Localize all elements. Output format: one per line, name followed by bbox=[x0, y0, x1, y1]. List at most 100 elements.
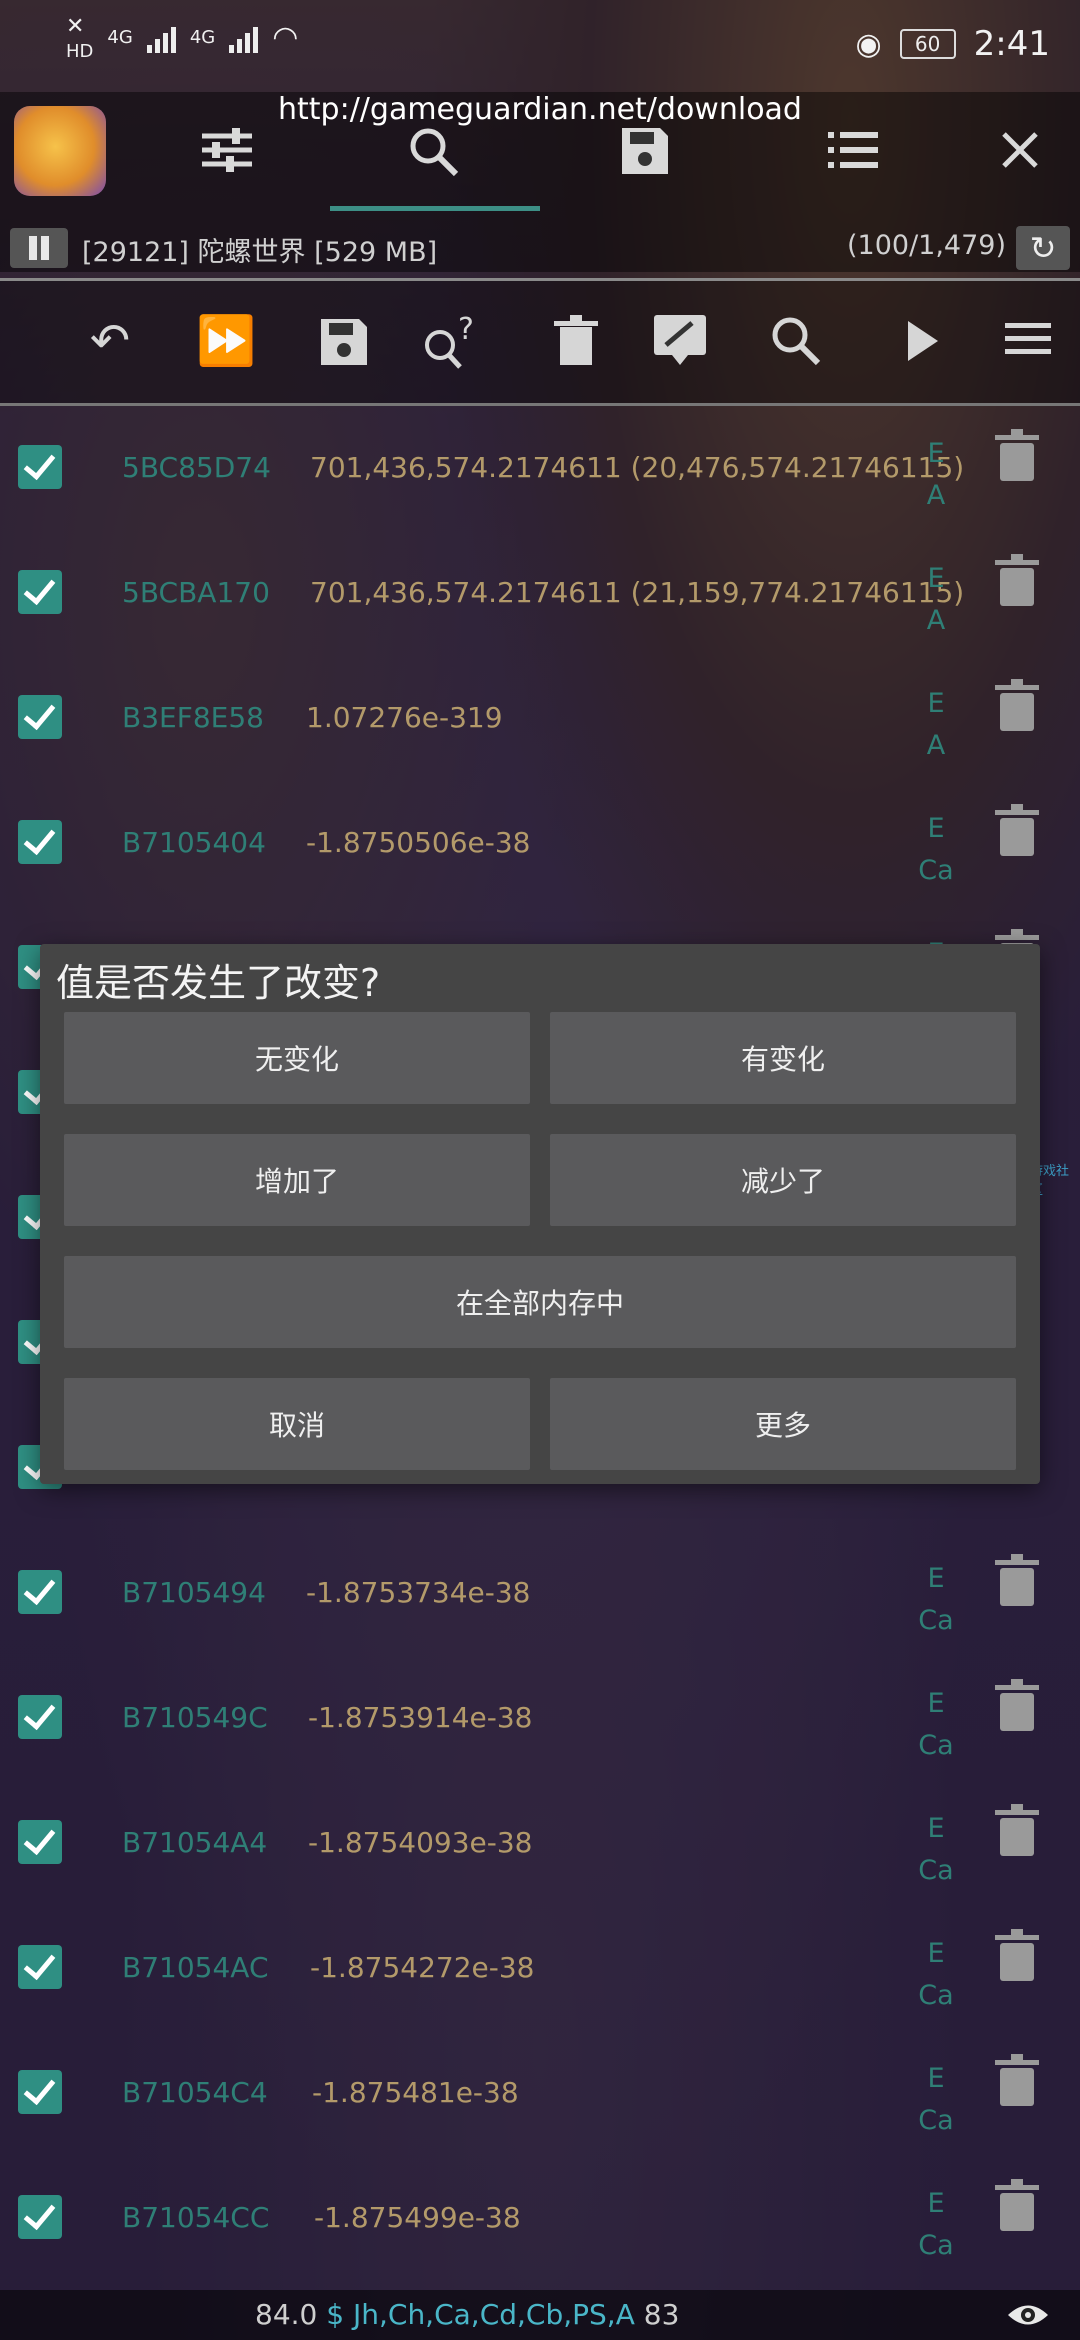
row-value: -1.8754093e-38 bbox=[308, 1826, 533, 1859]
signal-icon bbox=[146, 23, 176, 53]
close-icon[interactable] bbox=[1000, 130, 1040, 170]
delete-icon[interactable] bbox=[995, 2179, 1039, 2231]
row-address: B7105404 bbox=[122, 826, 266, 859]
delete-icon[interactable] bbox=[995, 1804, 1039, 1856]
svg-text:?: ? bbox=[458, 312, 474, 347]
delete-icon[interactable] bbox=[995, 1554, 1039, 1606]
result-row[interactable]: B71054A4 -1.8754093e-38 E Ca bbox=[0, 1780, 1080, 1905]
delete-icon[interactable] bbox=[546, 315, 606, 367]
row-checkbox[interactable] bbox=[18, 695, 62, 739]
result-row[interactable]: B710549C -1.8753914e-38 E Ca bbox=[0, 1655, 1080, 1780]
row-checkbox[interactable] bbox=[18, 1570, 62, 1614]
increased-button[interactable]: 增加了 bbox=[64, 1134, 530, 1226]
row-flag-region: Ca bbox=[918, 2105, 954, 2136]
network-indicator: ✕ HD bbox=[66, 14, 93, 61]
save-icon[interactable] bbox=[620, 126, 670, 176]
search-icon[interactable] bbox=[408, 126, 460, 178]
row-flag-type: E bbox=[927, 1688, 945, 1719]
footer-suffix: 83 bbox=[643, 2298, 680, 2331]
row-flag-region: Ca bbox=[918, 1730, 954, 1761]
value-change-dialog: 值是否发生了改变? 无变化 有变化 增加了 减少了 在全部内存中 取消 更多 bbox=[40, 944, 1040, 1484]
all-memory-button[interactable]: 在全部内存中 bbox=[64, 1256, 1016, 1348]
list-icon[interactable] bbox=[828, 128, 878, 172]
row-checkbox[interactable] bbox=[18, 820, 62, 864]
result-row[interactable]: B7105494 -1.8753734e-38 E Ca bbox=[0, 1530, 1080, 1655]
process-label[interactable]: [29121] 陀螺世界 [529 MB] bbox=[82, 230, 437, 269]
result-row[interactable]: B7105404 -1.8750506e-38 E Ca bbox=[0, 780, 1080, 905]
row-flag-type: E bbox=[927, 1938, 945, 1969]
row-flag-region: Ca bbox=[918, 1980, 954, 2011]
row-flag-type: E bbox=[927, 563, 945, 594]
row-address: B71054A4 bbox=[122, 1826, 268, 1859]
row-address: B71054C4 bbox=[122, 2076, 268, 2109]
row-flag-type: E bbox=[927, 688, 945, 719]
edit-icon[interactable] bbox=[650, 311, 710, 367]
row-checkbox[interactable] bbox=[18, 570, 62, 614]
row-checkbox[interactable] bbox=[18, 1945, 62, 1989]
row-flags: E Ca bbox=[906, 1933, 966, 2017]
clock: 2:41 bbox=[973, 24, 1050, 64]
row-checkbox[interactable] bbox=[18, 1820, 62, 1864]
memory-regions-info[interactable]: 84.0 $ Jh,Ch,Ca,Cd,Cb,PS,A 83 bbox=[255, 2298, 679, 2331]
refresh-button[interactable]: ↻ bbox=[1016, 226, 1070, 270]
row-flags: EA bbox=[906, 433, 966, 517]
network-type-1: 4G bbox=[107, 26, 133, 48]
delete-icon[interactable] bbox=[995, 1929, 1039, 1981]
search-question-icon[interactable]: ? bbox=[420, 311, 480, 371]
delete-icon[interactable] bbox=[995, 679, 1039, 731]
no-change-button[interactable]: 无变化 bbox=[64, 1012, 530, 1104]
result-row[interactable]: 5BCBA170 701,436,574.2174611 (21,159,774… bbox=[0, 530, 1080, 655]
eye-comfort-icon: ◉ bbox=[855, 26, 882, 62]
delete-icon[interactable] bbox=[995, 804, 1039, 856]
result-row[interactable]: B71054AC -1.8754272e-38 E Ca bbox=[0, 1905, 1080, 2030]
row-flags: EA bbox=[906, 683, 966, 767]
delete-icon[interactable] bbox=[995, 554, 1039, 606]
row-checkbox[interactable] bbox=[18, 1695, 62, 1739]
row-flag-region: A bbox=[926, 605, 946, 636]
gg-url[interactable]: http://gameguardian.net/download bbox=[0, 92, 1080, 127]
row-checkbox[interactable] bbox=[18, 2070, 62, 2114]
eye-icon[interactable] bbox=[1006, 2300, 1050, 2330]
row-flag-type: E bbox=[927, 438, 945, 469]
footer-regions: Jh,Ch,Ca,Cd,Cb,PS,A bbox=[352, 2298, 635, 2331]
result-count: (100/1,479) bbox=[847, 230, 1006, 261]
undo-icon[interactable]: ↶ bbox=[80, 317, 140, 365]
row-flag-type: E bbox=[927, 1563, 945, 1594]
row-flag-type: E bbox=[927, 2063, 945, 2094]
row-value: -1.8753914e-38 bbox=[308, 1701, 533, 1734]
result-row[interactable]: B71054C4 -1.875481e-38 E Ca bbox=[0, 2030, 1080, 2155]
pause-button[interactable] bbox=[10, 228, 68, 268]
row-checkbox[interactable] bbox=[18, 445, 62, 489]
active-tab-indicator bbox=[330, 206, 540, 211]
result-row[interactable]: B71054CC -1.875499e-38 E Ca bbox=[0, 2155, 1080, 2280]
search-icon[interactable] bbox=[766, 315, 826, 367]
row-flag-type: E bbox=[927, 813, 945, 844]
menu-icon[interactable] bbox=[998, 321, 1058, 357]
save-icon[interactable] bbox=[314, 317, 374, 367]
sliders-icon[interactable] bbox=[200, 126, 254, 174]
row-address: B710549C bbox=[122, 1701, 268, 1734]
delete-icon[interactable] bbox=[995, 2054, 1039, 2106]
delete-icon[interactable] bbox=[995, 1679, 1039, 1731]
fast-forward-icon[interactable]: ⏩ bbox=[196, 317, 256, 365]
row-value: -1.875499e-38 bbox=[314, 2201, 521, 2234]
row-flags: E Ca bbox=[906, 1558, 966, 1642]
result-row[interactable]: B3EF8E58 1.07276e-319 EA bbox=[0, 655, 1080, 780]
more-button[interactable]: 更多 bbox=[550, 1378, 1016, 1470]
row-flags: E Ca bbox=[906, 1808, 966, 1892]
row-checkbox[interactable] bbox=[18, 2195, 62, 2239]
row-flag-region: Ca bbox=[918, 1855, 954, 1886]
cancel-button[interactable]: 取消 bbox=[64, 1378, 530, 1470]
result-row[interactable]: 5BC85D74 701,436,574.2174611 (20,476,574… bbox=[0, 405, 1080, 530]
row-flag-region: A bbox=[926, 730, 946, 761]
status-bar-right: ◉ 60 2:41 bbox=[855, 24, 1050, 64]
decreased-button[interactable]: 减少了 bbox=[550, 1134, 1016, 1226]
changed-button[interactable]: 有变化 bbox=[550, 1012, 1016, 1104]
hd-label: HD bbox=[66, 41, 94, 62]
play-icon[interactable] bbox=[892, 319, 952, 363]
row-address: B71054AC bbox=[122, 1951, 269, 1984]
row-address: B3EF8E58 bbox=[122, 701, 264, 734]
status-bar: ✕ HD 4G 4G ◠ ◉ 60 2:41 bbox=[0, 0, 1080, 92]
footer-bar: 84.0 $ Jh,Ch,Ca,Cd,Cb,PS,A 83 bbox=[0, 2290, 1080, 2340]
delete-icon[interactable] bbox=[995, 429, 1039, 481]
